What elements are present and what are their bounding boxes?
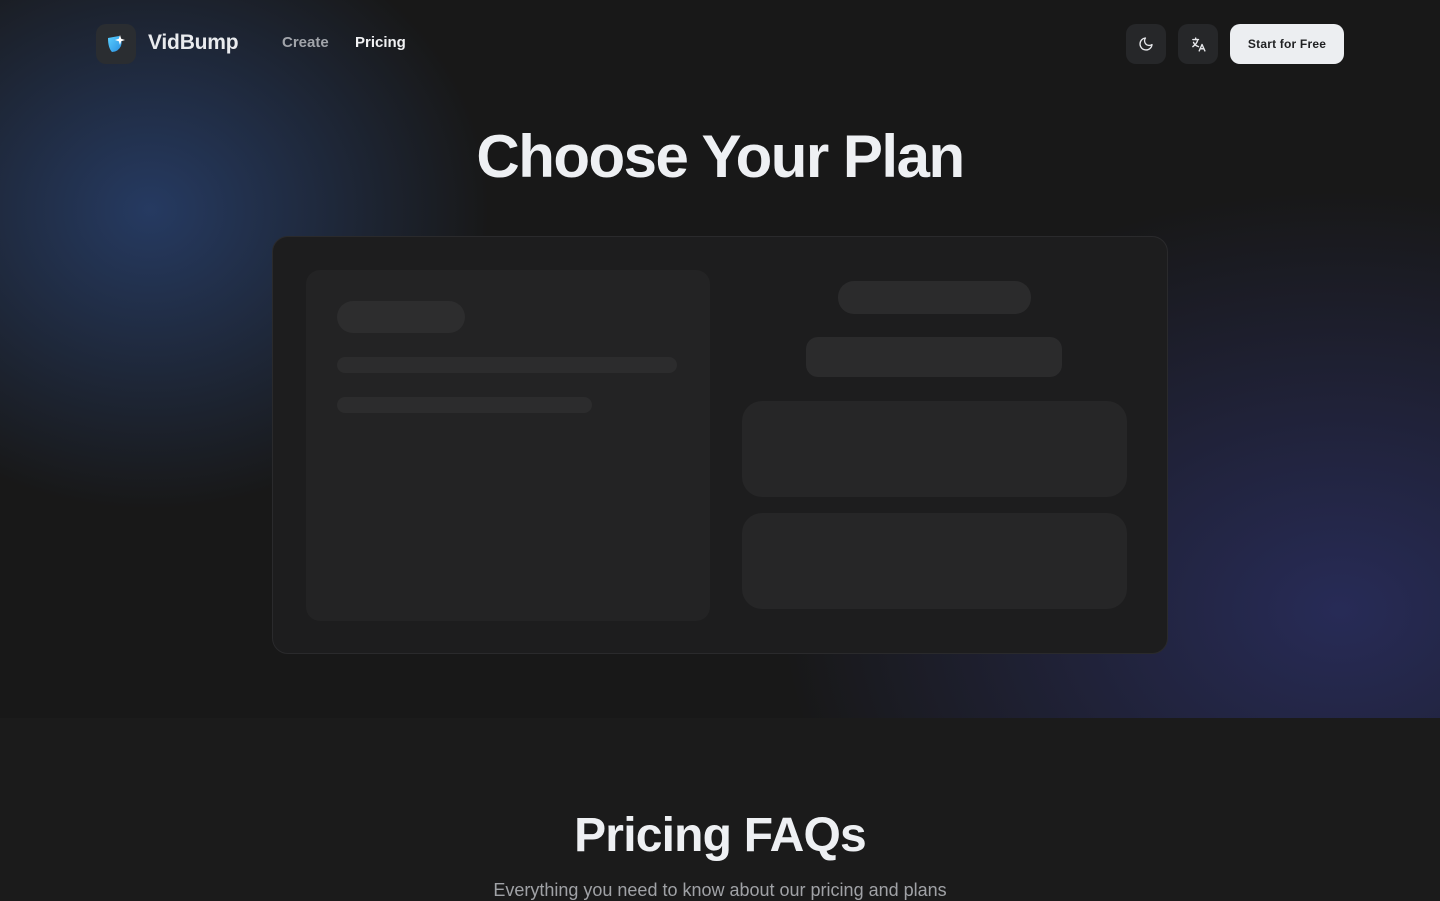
skeleton-bar: [838, 281, 1031, 314]
faq-title: Pricing FAQs: [574, 809, 867, 862]
moon-icon: [1139, 37, 1153, 51]
plan-option-placeholder: [742, 513, 1127, 609]
nav-pricing[interactable]: Pricing: [355, 34, 406, 51]
plan-option-placeholder: [742, 401, 1127, 497]
logo[interactable]: [96, 24, 136, 64]
skeleton-bar: [337, 357, 677, 373]
faq-subtitle: Everything you need to know about our pr…: [493, 880, 947, 900]
page-title: Choose Your Plan: [476, 123, 965, 190]
start-for-free-button[interactable]: Start for Free: [1230, 24, 1344, 64]
brand-name[interactable]: VidBump: [148, 31, 239, 55]
sparkle-logo-icon: [108, 35, 125, 52]
language-button[interactable]: [1178, 24, 1218, 64]
skeleton-bar: [337, 301, 465, 333]
translate-icon: [1191, 36, 1206, 52]
skeleton-bar: [337, 397, 592, 413]
pricing-card-skeleton: [272, 236, 1168, 654]
hero-section: VidBump Create Pricing Start for Free Ch…: [0, 0, 1440, 718]
nav-create[interactable]: Create: [282, 34, 329, 51]
skeleton-bar: [806, 337, 1062, 377]
theme-toggle-button[interactable]: [1126, 24, 1166, 64]
